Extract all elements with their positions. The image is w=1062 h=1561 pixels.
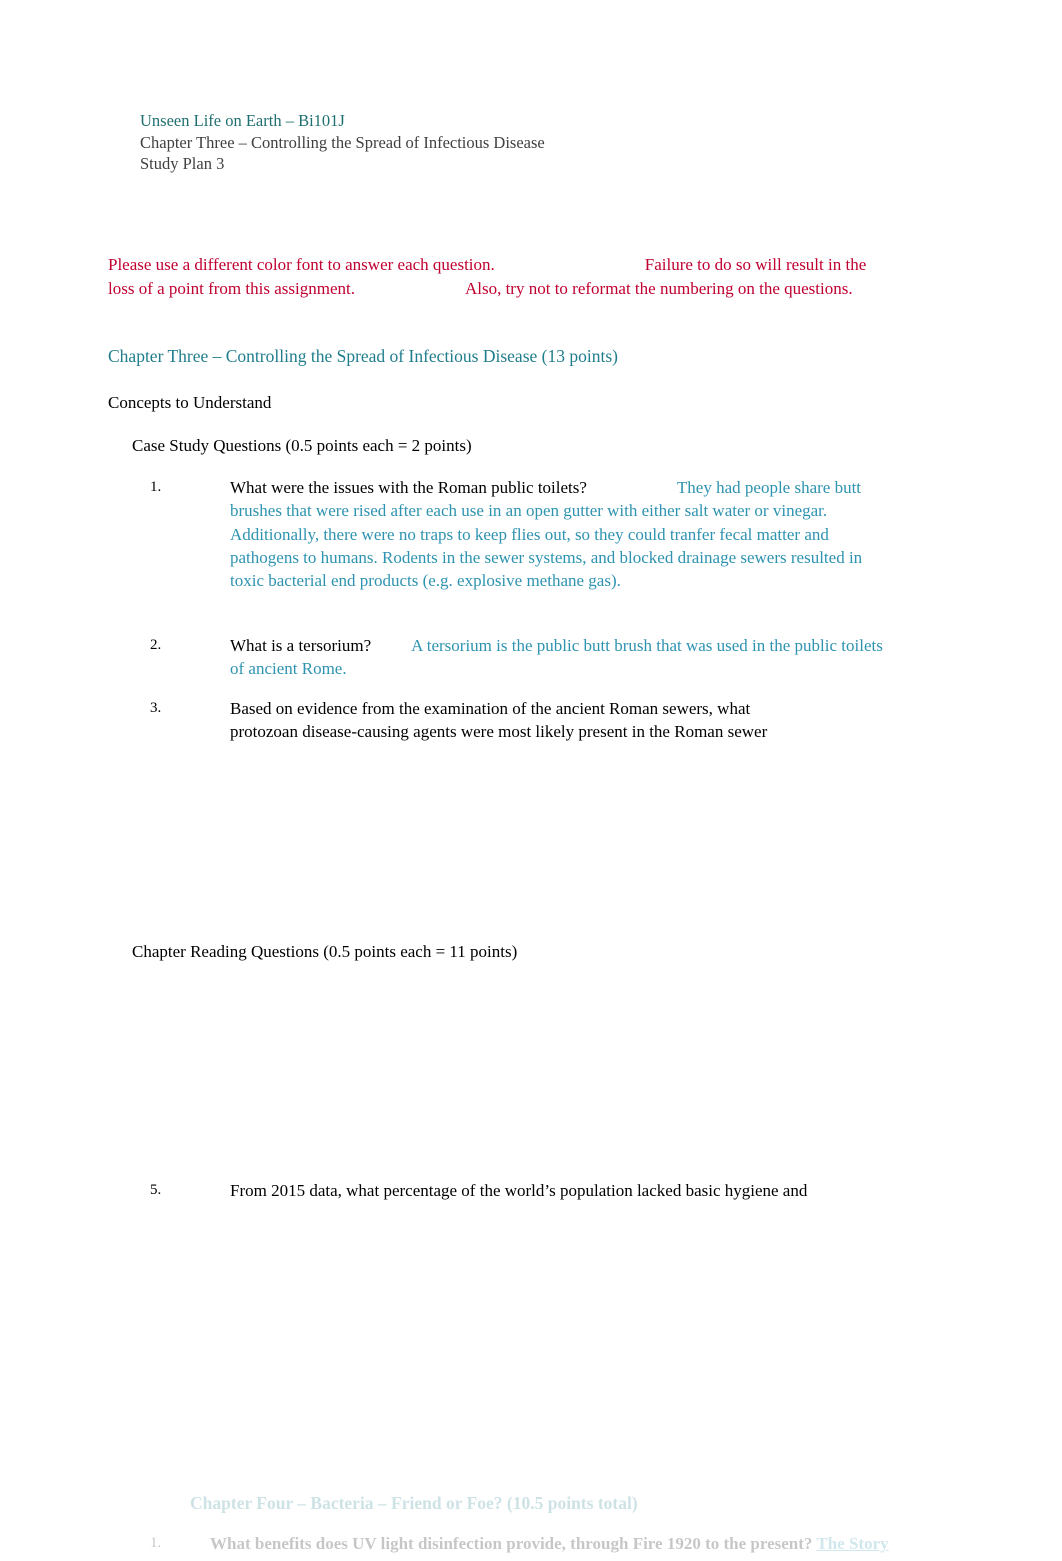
faded-question-body: What benefits does UV light disinfection… [210,1532,970,1555]
instructions-part5: numbering on the questions. [659,278,853,298]
question-number-2: 2. [150,637,162,653]
question-number-3: 3. [150,700,162,716]
question-text-2: What is a tersorium? [230,636,372,655]
question-number-1: 1. [150,479,162,495]
question-body-2: What is a tersorium? A tersorium is the p… [230,634,890,681]
chapter-heading: Chapter Three – Controlling the Spread o… [108,346,618,366]
header-chapter: Chapter Three – Controlling the Spread o… [140,132,545,152]
question-item-3: 3. Based on evidence from the examinatio… [150,697,770,744]
instructions-part1: Please use a different color font to ans… [108,255,495,274]
document-page: Unseen Life on Earth – Bi101J Chapter Th… [0,0,1062,1561]
question-body-1: What were the issues with the Roman publ… [230,476,890,592]
header-study-plan: Study Plan 3 [140,154,225,173]
faded-chapter-heading: Chapter Four – Bacteria – Friend or Foe?… [190,1493,638,1513]
instructions-paragraph: Please use a different color font to ans… [108,253,868,300]
question-item-1: 1. What were the issues with the Roman p… [150,476,890,592]
faded-question-link[interactable]: The Story [816,1534,888,1553]
question-item-5: 5. From 2015 data, what percentage of th… [150,1179,830,1202]
document-header: Unseen Life on Earth – Bi101J Chapter Th… [140,110,545,175]
header-course: Unseen Life on Earth – Bi101J [140,111,345,130]
faded-question-text: What benefits does UV light disinfection… [210,1534,813,1553]
question-number-5: 5. [150,1182,162,1198]
question-item-2: 2. What is a tersorium? A tersorium is th… [150,634,890,681]
question-text-1: What were the issues with the Roman publ… [230,478,587,497]
reading-questions-heading: Chapter Reading Questions (0.5 points ea… [132,942,518,961]
instructions-part2: Failure to do so will [644,255,782,274]
question-body-3: Based on evidence from the examination o… [230,699,768,742]
faded-question-number: 1. [150,1535,162,1551]
concepts-heading: Concepts to Understand [108,393,272,412]
instructions-part4: Also, try not to reformat the [464,278,656,298]
case-study-heading: Case Study Questions (0.5 points each = … [132,436,472,455]
question-body-5: From 2015 data, what percentage of the w… [230,1181,808,1200]
faded-question-item: 1. What benefits does UV light disinfect… [150,1532,970,1555]
